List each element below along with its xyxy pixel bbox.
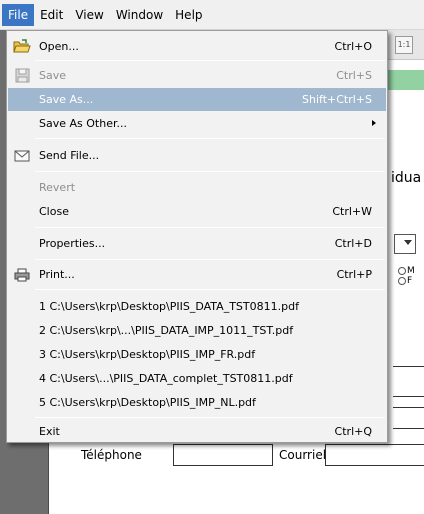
menu-item-label: Send File... bbox=[39, 149, 100, 162]
recent-file-item[interactable]: 3 C:\Users\krp\Desktop\PIIS_IMP_FR.pdf bbox=[8, 343, 386, 366]
recent-file-item[interactable]: 2 C:\Users\krp\...\PIIS_DATA_IMP_1011_TS… bbox=[8, 319, 386, 342]
telephone-label: Téléphone bbox=[81, 448, 142, 462]
form-line bbox=[393, 407, 424, 408]
menu-separator bbox=[35, 289, 385, 290]
menu-separator bbox=[35, 138, 385, 139]
menu-item-label: Save As... bbox=[39, 93, 94, 106]
menu-item-save-as[interactable]: Save As... Shift+Ctrl+S bbox=[8, 88, 386, 111]
form-line bbox=[393, 366, 424, 367]
menu-edit[interactable]: Edit bbox=[34, 4, 69, 26]
menu-item-save[interactable]: Save Ctrl+S bbox=[8, 64, 386, 87]
form-line bbox=[393, 396, 424, 397]
courriel-field[interactable] bbox=[325, 444, 424, 466]
courriel-label: Courriel bbox=[279, 448, 327, 462]
telephone-field[interactable] bbox=[173, 444, 273, 466]
radio-circle-icon bbox=[398, 267, 406, 275]
menu-item-label: Save As Other... bbox=[39, 117, 127, 130]
menu-item-send-file[interactable]: Send File... bbox=[8, 144, 386, 167]
partial-heading-text: idua bbox=[391, 170, 422, 186]
menu-item-shortcut: Ctrl+O bbox=[334, 40, 372, 53]
menu-item-revert[interactable]: Revert bbox=[8, 176, 386, 199]
envelope-icon bbox=[13, 147, 31, 164]
menu-item-label: Properties... bbox=[39, 237, 106, 250]
menu-separator bbox=[35, 171, 385, 172]
menu-item-exit[interactable]: Exit Ctrl+Q bbox=[8, 420, 386, 443]
recent-file-item[interactable]: 1 C:\Users\krp\Desktop\PIIS_DATA_TST0811… bbox=[8, 295, 386, 318]
menu-item-label: Revert bbox=[39, 181, 76, 194]
chevron-down-icon bbox=[404, 240, 412, 248]
radio-m[interactable]: M bbox=[398, 266, 415, 276]
recent-file-label: 3 C:\Users\krp\Desktop\PIIS_IMP_FR.pdf bbox=[39, 348, 256, 361]
menu-item-shortcut: Ctrl+Q bbox=[334, 425, 372, 438]
menu-item-label: Print... bbox=[39, 268, 75, 281]
recent-file-label: 1 C:\Users\krp\Desktop\PIIS_DATA_TST0811… bbox=[39, 300, 299, 313]
menu-separator bbox=[35, 417, 385, 418]
menu-window[interactable]: Window bbox=[110, 4, 169, 26]
menu-item-label: Close bbox=[39, 205, 69, 218]
recent-file-label: 2 C:\Users\krp\...\PIIS_DATA_IMP_1011_TS… bbox=[39, 324, 294, 337]
menu-bar: File Edit View Window Help bbox=[0, 0, 424, 30]
radio-circle-icon bbox=[398, 277, 406, 285]
form-line bbox=[393, 428, 424, 429]
menu-item-print[interactable]: Print... Ctrl+P bbox=[8, 263, 386, 286]
menu-item-shortcut: Ctrl+P bbox=[336, 268, 372, 281]
radio-f[interactable]: F bbox=[398, 276, 412, 286]
menu-item-open[interactable]: Open... Ctrl+O bbox=[8, 35, 386, 58]
form-dropdown[interactable] bbox=[394, 234, 416, 254]
submenu-arrow-icon bbox=[372, 120, 376, 126]
menu-item-label: Open... bbox=[39, 40, 79, 53]
menu-item-label: Exit bbox=[39, 425, 60, 438]
file-menu: Open... Ctrl+O Save Ctrl+S Save As... Sh… bbox=[6, 30, 388, 443]
menu-item-label: Save bbox=[39, 69, 67, 82]
menu-help[interactable]: Help bbox=[169, 4, 208, 26]
recent-file-label: 4 C:\Users\...\PIIS_DATA_complet_TST0811… bbox=[39, 372, 293, 385]
save-disk-icon bbox=[13, 67, 31, 84]
printer-icon bbox=[13, 266, 31, 283]
recent-file-label: 5 C:\Users\krp\Desktop\PIIS_IMP_NL.pdf bbox=[39, 396, 256, 409]
menu-separator bbox=[35, 227, 385, 228]
folder-open-icon bbox=[13, 38, 31, 55]
recent-file-item[interactable]: 5 C:\Users\krp\Desktop\PIIS_IMP_NL.pdf bbox=[8, 391, 386, 414]
menu-item-close[interactable]: Close Ctrl+W bbox=[8, 200, 386, 223]
recent-file-item[interactable]: 4 C:\Users\...\PIIS_DATA_complet_TST0811… bbox=[8, 367, 386, 390]
menu-item-save-as-other[interactable]: Save As Other... bbox=[8, 112, 386, 135]
menu-file[interactable]: File bbox=[2, 3, 35, 26]
menu-item-shortcut: Ctrl+S bbox=[336, 69, 372, 82]
menu-item-shortcut: Ctrl+D bbox=[334, 237, 372, 250]
menu-item-properties[interactable]: Properties... Ctrl+D bbox=[8, 232, 386, 255]
menu-separator bbox=[35, 259, 385, 260]
actual-size-button[interactable]: 1:1 bbox=[395, 36, 413, 54]
menu-separator bbox=[35, 60, 385, 61]
menu-item-shortcut: Ctrl+W bbox=[332, 205, 372, 218]
menu-item-shortcut: Shift+Ctrl+S bbox=[302, 93, 372, 106]
menu-view[interactable]: View bbox=[69, 4, 109, 26]
